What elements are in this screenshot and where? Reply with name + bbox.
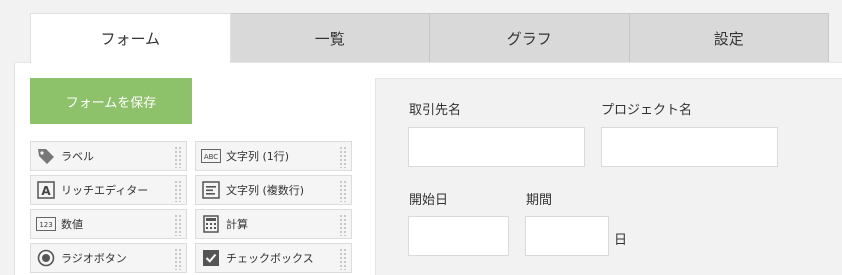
svg-text:A: A	[41, 184, 51, 198]
start-date-input[interactable]	[408, 216, 509, 256]
save-form-button[interactable]: フォームを保存	[30, 78, 192, 124]
project-name-input[interactable]	[601, 127, 778, 167]
palette-item-calculation[interactable]: 計算	[195, 209, 352, 239]
palette-item-text: 文字列 (複数行)	[226, 184, 305, 197]
palette-item-text: 数値	[61, 218, 83, 231]
multiline-text-icon	[201, 180, 221, 200]
palette-item-single-line-text[interactable]: ABC 文字列 (1行)	[195, 141, 352, 171]
drag-handle-icon[interactable]	[174, 180, 182, 202]
field-label-client-name: 取引先名	[409, 103, 462, 118]
tab-settings[interactable]: 設定	[629, 13, 829, 62]
checkbox-icon	[201, 248, 221, 268]
tab-list[interactable]: 一覧	[230, 13, 430, 62]
palette-item-text: 計算	[226, 218, 248, 231]
drag-handle-icon[interactable]	[174, 248, 182, 270]
palette-item-rich-editor[interactable]: A リッチエディター	[30, 175, 187, 205]
drag-handle-icon[interactable]	[339, 180, 347, 202]
drag-handle-icon[interactable]	[174, 214, 182, 236]
field-label-project-name: プロジェクト名	[601, 103, 693, 118]
client-name-input[interactable]	[408, 127, 585, 167]
palette-item-radio-button[interactable]: ラジオボタン	[30, 243, 187, 273]
radio-icon	[36, 248, 56, 268]
palette-item-checkbox[interactable]: チェックボックス	[195, 243, 352, 273]
palette-item-label[interactable]: ラベル	[30, 141, 187, 171]
number-icon: 123	[36, 214, 56, 234]
drag-handle-icon[interactable]	[339, 146, 347, 168]
calculator-icon	[201, 214, 221, 234]
palette-item-text: リッチエディター	[61, 184, 149, 197]
palette-item-text: 文字列 (1行)	[226, 150, 290, 163]
palette-item-multi-line-text[interactable]: 文字列 (複数行)	[195, 175, 352, 205]
palette-item-text: ラジオボタン	[61, 252, 127, 265]
tab-graph[interactable]: グラフ	[430, 13, 630, 62]
abc-text-icon: ABC	[201, 146, 221, 166]
drag-handle-icon[interactable]	[339, 214, 347, 236]
duration-unit-label: 日	[614, 233, 628, 248]
drag-handle-icon[interactable]	[174, 146, 182, 168]
palette-item-number[interactable]: 123 数値	[30, 209, 187, 239]
field-label-start-date: 開始日	[409, 193, 449, 208]
drag-handle-icon[interactable]	[339, 248, 347, 270]
rich-editor-icon: A	[36, 180, 56, 200]
svg-text:123: 123	[39, 221, 52, 229]
palette-item-text: チェックボックス	[226, 252, 314, 265]
tab-form[interactable]: フォーム	[30, 13, 231, 63]
svg-text:ABC: ABC	[204, 153, 218, 161]
tag-icon	[36, 146, 56, 166]
tab-bar: フォーム 一覧 グラフ 設定	[30, 13, 829, 63]
field-label-duration: 期間	[526, 193, 553, 208]
palette-item-text: ラベル	[61, 150, 94, 163]
duration-input[interactable]	[525, 216, 609, 256]
